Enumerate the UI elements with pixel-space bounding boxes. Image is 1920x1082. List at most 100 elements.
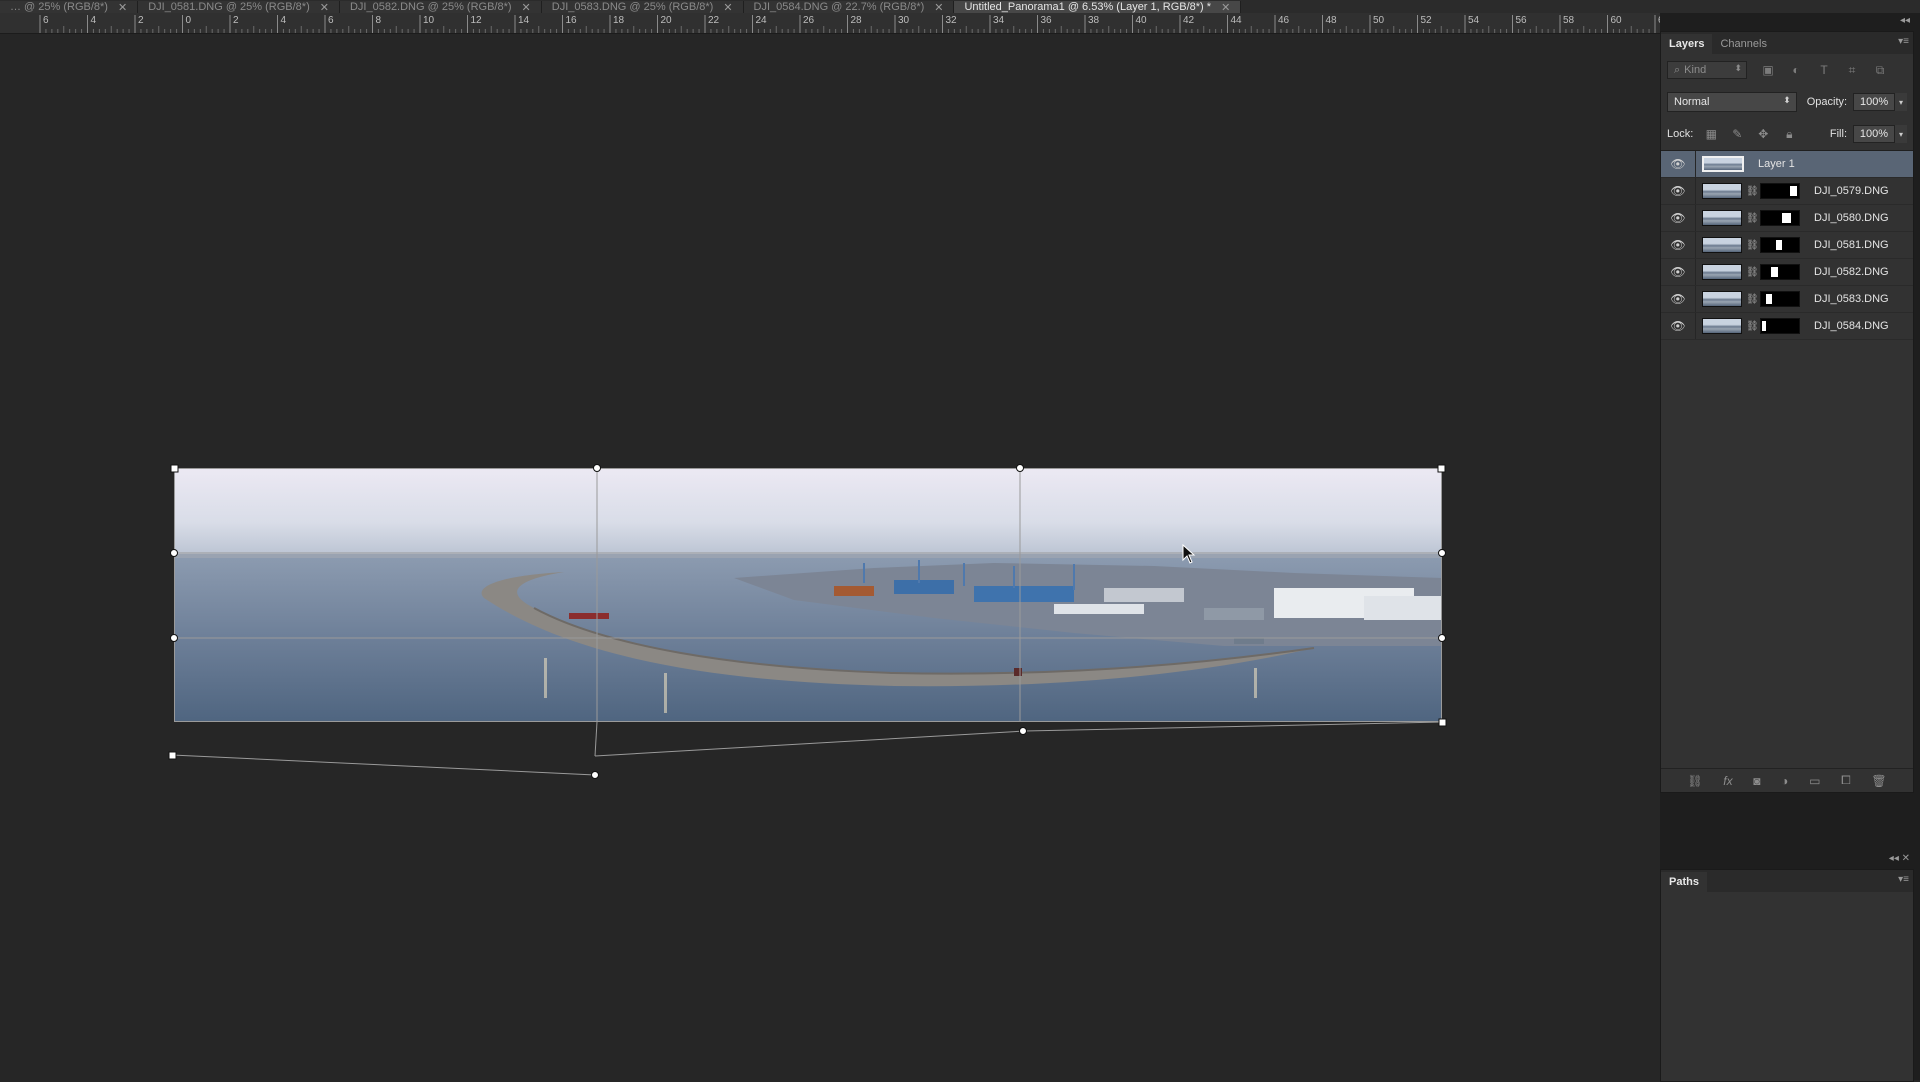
blend-mode-select[interactable]: Normal ⬍ (1667, 92, 1797, 112)
paths-panel: Paths ▾≡ (1660, 869, 1914, 1082)
mouse-pointer-icon (1182, 544, 1196, 564)
document-tab[interactable]: Untitled_Panorama1 @ 6.53% (Layer 1, RGB… (954, 0, 1242, 14)
layer-thumbnail[interactable] (1702, 318, 1742, 334)
visibility-eye-icon[interactable]: 👁︎ (1661, 151, 1696, 177)
visibility-eye-icon[interactable]: 👁︎ (1661, 259, 1696, 285)
horizontal-ruler: 6 4 2 0 2 4 6 8 10 12 14 16 18 20 22 24 26 28 30 32 34 36 38 40… (0, 13, 1660, 34)
adjustment-layer-icon[interactable]: ◑ (1781, 774, 1788, 788)
visibility-eye-icon[interactable]: 👁︎ (1661, 232, 1696, 258)
lock-transparent-pixels-icon[interactable]: ▦ (1703, 127, 1719, 141)
layer-mask-thumbnail[interactable] (1760, 183, 1800, 199)
mask-link-icon[interactable]: ⛓ (1746, 213, 1759, 224)
layer-row[interactable]: 👁︎ ⛓ DJI_0581.DNG (1661, 232, 1913, 259)
ruler-label: 44 (1231, 15, 1243, 26)
link-layers-icon[interactable]: ⛓ (1687, 774, 1702, 788)
fill-slider-toggle[interactable]: ▾ (1895, 125, 1907, 143)
layer-thumbnail[interactable] (1702, 264, 1742, 280)
mask-link-icon[interactable]: ⛓ (1746, 321, 1759, 332)
mask-link-icon[interactable]: ⛓ (1746, 267, 1759, 278)
document-tab-label: DJI_0582.DNG @ 25% (RGB/8*) (349, 1, 512, 13)
pixel-filter-icon[interactable]: ▣ (1761, 63, 1775, 77)
type-filter-icon[interactable]: T (1817, 63, 1831, 77)
layer-row[interactable]: 👁︎ ⛓ DJI_0583.DNG (1661, 286, 1913, 313)
tab-layers[interactable]: Layers (1661, 34, 1713, 54)
layer-mask-thumbnail[interactable] (1760, 264, 1800, 280)
ruler-label: 6 (328, 15, 334, 26)
lock-position-icon[interactable]: ✥ (1755, 127, 1771, 141)
adjustment-filter-icon[interactable]: ◐ (1789, 63, 1803, 77)
layer-thumbnail[interactable] (1702, 156, 1744, 172)
layer-row[interactable]: 👁︎ ⛓ DJI_0582.DNG (1661, 259, 1913, 286)
ruler-label: 12 (471, 15, 483, 26)
new-layer-icon[interactable]: ⧠ (1841, 773, 1851, 788)
layer-mask-thumbnail[interactable] (1760, 237, 1800, 253)
document-canvas[interactable] (0, 34, 1660, 1080)
document-tab[interactable]: … @ 25% (RGB/8*) ✕ (0, 0, 139, 14)
new-group-folder-icon[interactable]: ▭ (1809, 774, 1820, 788)
ruler-label: 58 (1563, 15, 1575, 26)
panel-menu-icon[interactable]: ▾≡ (1898, 36, 1909, 47)
document-tab-label: DJI_0581.DNG @ 25% (RGB/8*) (148, 1, 310, 13)
fill-input[interactable]: 100% (1853, 125, 1895, 143)
layer-thumbnail[interactable] (1702, 210, 1742, 226)
collapse-paths-icon[interactable]: ◂◂ ✕ (1889, 853, 1910, 864)
mask-link-icon[interactable]: ⛓ (1746, 240, 1759, 251)
close-tab-icon[interactable]: ✕ (723, 1, 732, 14)
panorama-image[interactable] (174, 468, 1442, 722)
layer-row[interactable]: 👁︎ ⛓ DJI_0580.DNG (1661, 205, 1913, 232)
tab-paths[interactable]: Paths (1661, 872, 1707, 892)
document-tab-bar: … @ 25% (RGB/8*) ✕ DJI_0581.DNG @ 25% (RGB… (0, 0, 1920, 13)
ruler-label: 28 (851, 15, 863, 26)
layers-list: 👁︎ Layer 1 👁︎ ⛓ DJI_0579.DNG 👁︎ ⛓ DJI_0580.DNG 👁… (1661, 150, 1913, 340)
layer-style-fx-icon[interactable]: fx (1723, 774, 1732, 788)
smart-object-filter-icon[interactable]: ⧉ (1873, 63, 1887, 77)
layer-mask-thumbnail[interactable] (1760, 291, 1800, 307)
ruler-label: 50 (1373, 15, 1385, 26)
layer-mask-thumbnail[interactable] (1760, 318, 1800, 334)
filter-kind-select[interactable]: ⌕ Kind ⬍ (1667, 61, 1747, 79)
ruler-label: 36 (1041, 15, 1053, 26)
layer-row[interactable]: 👁︎ Layer 1 (1661, 151, 1913, 178)
mask-link-icon[interactable]: ⛓ (1746, 294, 1759, 305)
close-tab-icon[interactable]: ✕ (320, 1, 329, 14)
visibility-eye-icon[interactable]: 👁︎ (1661, 205, 1696, 231)
ruler-label: 18 (613, 15, 625, 26)
layer-row[interactable]: 👁︎ ⛓ DJI_0584.DNG (1661, 313, 1913, 340)
layer-thumbnail[interactable] (1702, 237, 1742, 253)
layer-name: DJI_0580.DNG (1814, 212, 1889, 224)
layer-name: DJI_0583.DNG (1814, 293, 1889, 305)
mask-link-icon[interactable]: ⛓ (1746, 186, 1759, 197)
close-tab-icon[interactable]: ✕ (522, 1, 531, 14)
layer-row[interactable]: 👁︎ ⛓ DJI_0579.DNG (1661, 178, 1913, 205)
add-mask-icon[interactable]: ◙ (1753, 774, 1760, 788)
panel-menu-icon[interactable]: ▾≡ (1898, 874, 1909, 885)
tab-channels[interactable]: Channels (1712, 34, 1774, 54)
close-tab-icon[interactable]: ✕ (118, 1, 127, 14)
search-icon: ⌕ (1674, 63, 1681, 76)
shape-filter-icon[interactable]: ⌗ (1845, 63, 1859, 77)
visibility-eye-icon[interactable]: 👁︎ (1661, 286, 1696, 312)
right-panel-dock: ◂◂ Layers Channels ▾≡ ⌕ Kind ⬍ ▣ ◐ T ⌗ ⧉… (1660, 13, 1920, 1082)
lock-all-icon[interactable]: 🔒︎ (1781, 127, 1797, 141)
ruler-label: 22 (708, 15, 720, 26)
document-tab[interactable]: DJI_0582.DNG @ 25% (RGB/8*) ✕ (339, 0, 542, 14)
document-tab[interactable]: DJI_0584.DNG @ 22.7% (RGB/8*) ✕ (743, 0, 955, 14)
ruler-label: 54 (1468, 15, 1480, 26)
document-tab[interactable]: DJI_0581.DNG @ 25% (RGB/8*) ✕ (138, 0, 340, 14)
visibility-eye-icon[interactable]: 👁︎ (1661, 313, 1696, 339)
panel-dock-header: ◂◂ (1660, 13, 1920, 31)
close-tab-icon[interactable]: ✕ (934, 1, 943, 14)
visibility-eye-icon[interactable]: 👁︎ (1661, 178, 1696, 204)
layer-mask-thumbnail[interactable] (1760, 210, 1800, 226)
trash-icon[interactable]: 🗑︎ (1871, 774, 1886, 788)
layer-thumbnail[interactable] (1702, 291, 1742, 307)
opacity-slider-toggle[interactable]: ▾ (1895, 93, 1907, 111)
close-tab-icon[interactable]: ✕ (1221, 1, 1230, 14)
lock-image-pixels-icon[interactable]: ✎ (1729, 127, 1745, 141)
collapse-panels-icon[interactable]: ◂◂ (1900, 15, 1910, 26)
opacity-input[interactable]: 100% (1853, 93, 1896, 111)
layer-name: DJI_0581.DNG (1814, 239, 1889, 251)
layer-thumbnail[interactable] (1702, 183, 1742, 199)
document-tab[interactable]: DJI_0583.DNG @ 25% (RGB/8*) ✕ (541, 0, 744, 14)
lock-label: Lock: (1667, 128, 1694, 140)
